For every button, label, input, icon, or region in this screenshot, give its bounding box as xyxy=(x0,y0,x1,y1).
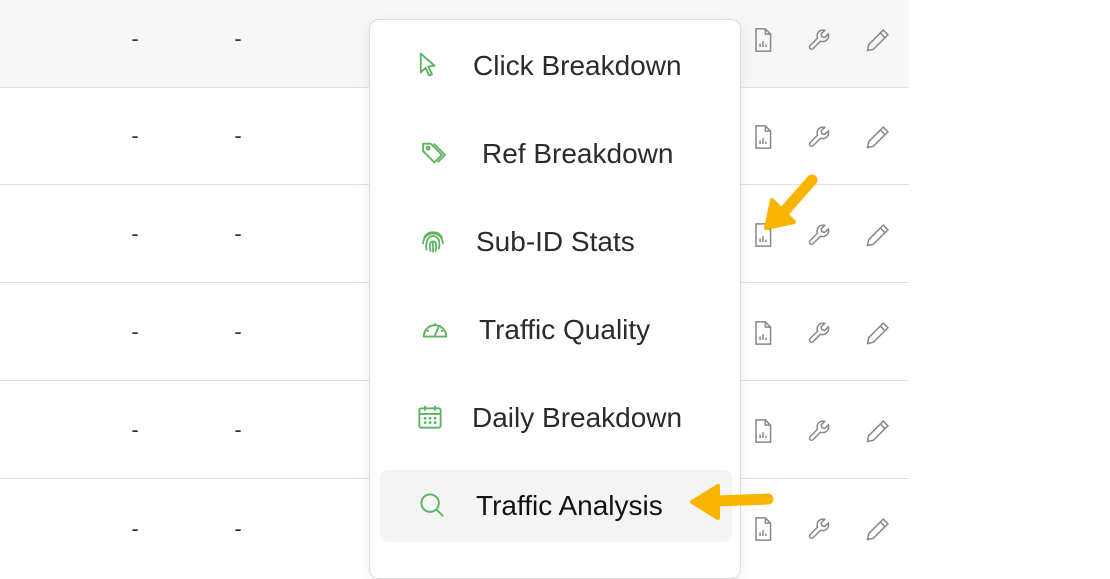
pencil-icon[interactable] xyxy=(861,316,895,350)
menu-item-sub-id-stats[interactable]: Sub-ID Stats xyxy=(380,206,732,278)
menu-item-ref-breakdown[interactable]: Ref Breakdown xyxy=(380,118,732,190)
annotation-arrow xyxy=(690,484,774,520)
annotation-arrow xyxy=(764,174,818,230)
fingerprint-icon xyxy=(416,224,450,258)
menu-item-label: Sub-ID Stats xyxy=(476,226,635,257)
table-cell: - xyxy=(234,221,242,246)
wrench-icon[interactable] xyxy=(803,23,837,57)
table-cell: - xyxy=(131,221,139,246)
wrench-icon[interactable] xyxy=(803,414,837,448)
table-cell: - xyxy=(131,417,139,442)
tags-icon xyxy=(418,136,452,170)
report-icon[interactable] xyxy=(746,414,780,448)
table-cell: - xyxy=(234,417,242,442)
gauge-icon xyxy=(418,312,452,346)
menu-item-label: Ref Breakdown xyxy=(482,138,674,169)
menu-item-label: Daily Breakdown xyxy=(472,402,683,433)
pencil-icon[interactable] xyxy=(861,512,895,546)
pencil-icon[interactable] xyxy=(861,120,895,154)
pencil-icon[interactable] xyxy=(861,218,895,252)
menu-item-label: Traffic Quality xyxy=(479,314,651,345)
table-cell: - xyxy=(234,26,242,51)
table-cell: - xyxy=(234,515,242,541)
menu-item-label: Click Breakdown xyxy=(473,50,682,81)
menu-item-traffic-quality[interactable]: Traffic Quality xyxy=(380,294,732,366)
calendar-icon xyxy=(413,400,447,434)
table-cell: - xyxy=(131,515,139,541)
table-cell: - xyxy=(234,319,242,344)
cursor-icon xyxy=(410,48,444,82)
report-icon[interactable] xyxy=(746,23,780,57)
table-cell: - xyxy=(131,26,139,51)
pencil-icon[interactable] xyxy=(861,414,895,448)
wrench-icon[interactable] xyxy=(803,120,837,154)
table-cell: - xyxy=(131,319,139,344)
menu-item-label: Traffic Analysis xyxy=(476,490,663,521)
report-icon[interactable] xyxy=(746,120,780,154)
menu-item-click-breakdown[interactable]: Click Breakdown xyxy=(380,30,732,102)
menu-item-traffic-analysis[interactable]: Traffic Analysis xyxy=(380,470,732,542)
report-icon[interactable] xyxy=(746,316,780,350)
table-cell: - xyxy=(234,123,242,148)
table-cell: - xyxy=(131,123,139,148)
wrench-icon[interactable] xyxy=(803,512,837,546)
pencil-icon[interactable] xyxy=(861,23,895,57)
wrench-icon[interactable] xyxy=(803,316,837,350)
search-icon xyxy=(415,488,449,522)
menu-item-daily-breakdown[interactable]: Daily Breakdown xyxy=(380,382,732,454)
